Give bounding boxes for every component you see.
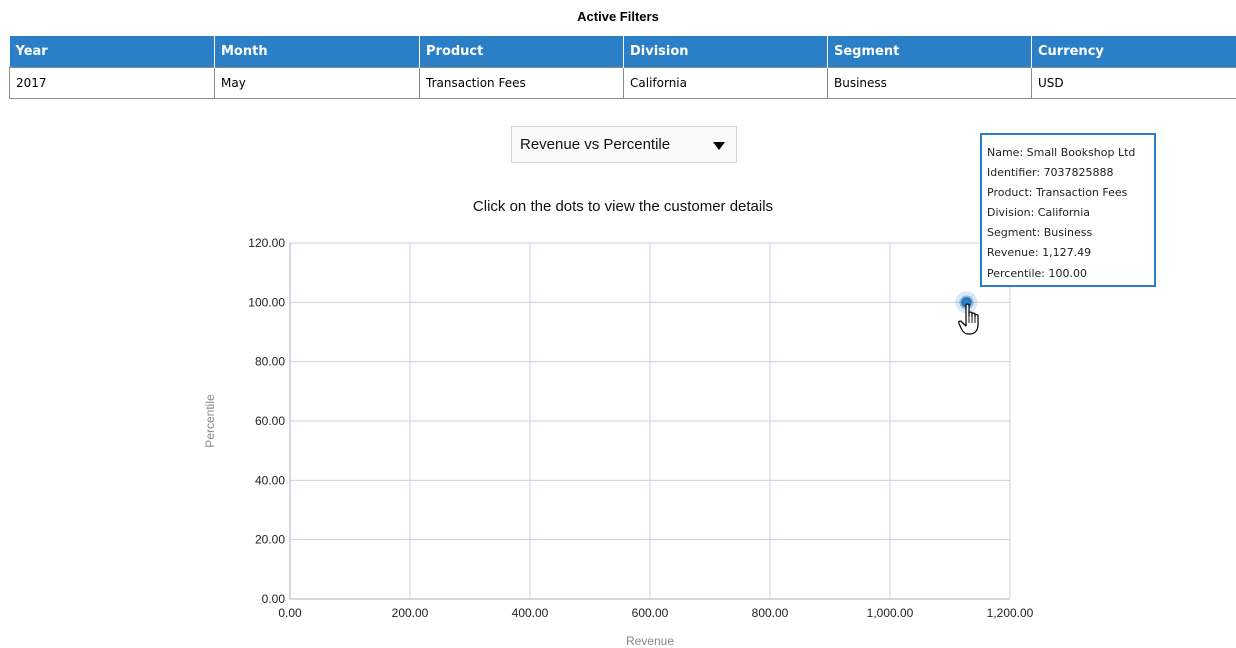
tooltip-percentile: Percentile: 100.00 xyxy=(987,266,1087,280)
x-tick-label: 200.00 xyxy=(392,606,429,620)
y-tick-label: 20.00 xyxy=(255,533,285,547)
tooltip-identifier: Identifier: 7037825888 xyxy=(987,166,1114,180)
x-tick-label: 800.00 xyxy=(752,606,789,620)
x-tick-label: 600.00 xyxy=(632,606,669,620)
tooltip-segment: Segment: Business xyxy=(987,226,1093,240)
y-tick-label: 0.00 xyxy=(262,592,286,606)
tooltip-product: Product: Transaction Fees xyxy=(987,186,1128,200)
tooltip-revenue: Revenue: 1,127.49 xyxy=(987,246,1092,260)
customer-tooltip: Name: Small Bookshop Ltd Identifier: 703… xyxy=(980,133,1156,287)
x-tick-label: 400.00 xyxy=(512,606,549,620)
y-axis-title: Percentile xyxy=(203,394,217,448)
y-tick-label: 60.00 xyxy=(255,414,285,428)
tooltip-name: Name: Small Bookshop Ltd xyxy=(987,146,1136,159)
y-tick-label: 80.00 xyxy=(255,355,285,369)
scatter-chart: 0.00 200.00 400.00 600.00 800.00 1,000.00 1,20… xyxy=(203,236,1034,648)
y-tick-label: 120.00 xyxy=(248,236,285,250)
x-axis-title: Revenue xyxy=(626,634,674,648)
tooltip-division: Division: California xyxy=(987,206,1091,220)
x-tick-label: 1,200.00 xyxy=(987,606,1034,620)
y-tick-label: 100.00 xyxy=(248,295,285,309)
hand-pointer-icon xyxy=(958,303,979,335)
x-tick-label: 1,000.00 xyxy=(867,606,914,620)
x-tick-label: 0.00 xyxy=(278,606,302,620)
y-tick-label: 40.00 xyxy=(255,473,285,487)
